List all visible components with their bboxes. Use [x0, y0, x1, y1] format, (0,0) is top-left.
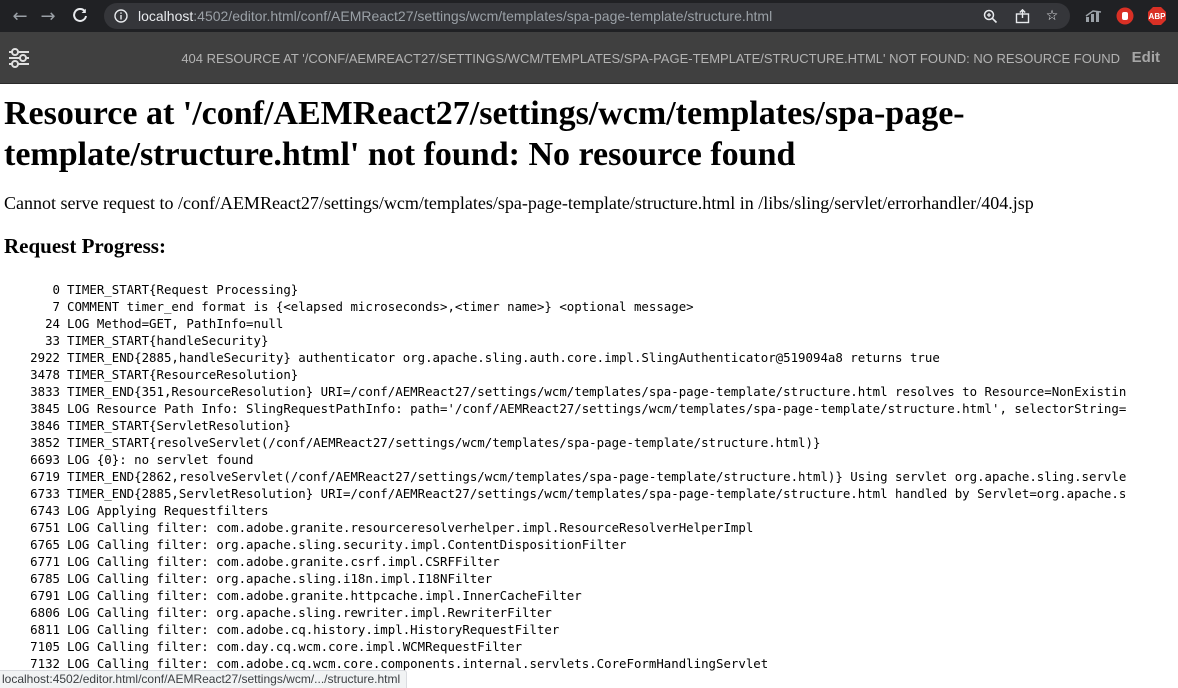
page-settings-sliders-icon[interactable] — [7, 48, 31, 68]
log-message: TIMER_START{handleSecurity} — [67, 333, 269, 348]
log-row: 6811 LOG Calling filter: com.adobe.cq.his… — [0, 621, 1178, 638]
error-page-content: Resource at '/conf/AEMReact27/settings/w… — [4, 83, 1178, 259]
log-row: 6733 TIMER_END{2885,ServletResolution} UR… — [0, 485, 1178, 502]
log-time: 3852 — [30, 435, 60, 450]
log-message: LOG Calling filter: org.apache.sling.i18… — [67, 571, 493, 586]
log-row: 6806 LOG Calling filter: org.apache.sling… — [0, 604, 1178, 621]
adblock-plus-icon[interactable]: ABP — [1147, 6, 1167, 26]
log-time: 6811 — [30, 622, 60, 637]
log-row: 33 TIMER_START{handleSecurity} — [0, 332, 1178, 349]
log-row: 3845 LOG Resource Path Info: SlingRequest… — [0, 400, 1178, 417]
log-message: TIMER_START{Request Processing} — [67, 282, 299, 297]
url-host: localhost — [138, 8, 194, 24]
log-row: 7 COMMENT timer_end format is {<elapsed m… — [0, 298, 1178, 315]
log-row: 3852 TIMER_START{resolveServlet(/conf/AEM… — [0, 434, 1178, 451]
log-time: 7 — [52, 299, 60, 314]
log-row: 6791 LOG Calling filter: com.adobe.granit… — [0, 587, 1178, 604]
log-row: 6693 LOG {0}: no servlet found — [0, 451, 1178, 468]
log-message: TIMER_START{resolveServlet(/conf/AEMReac… — [67, 435, 821, 450]
log-row: 2922 TIMER_END{2885,handleSecurity} authe… — [0, 349, 1178, 366]
zoom-icon[interactable] — [980, 6, 1000, 26]
log-message: LOG Method=GET, PathInfo=null — [67, 316, 284, 331]
log-row: 24 LOG Method=GET, PathInfo=null — [0, 315, 1178, 332]
log-message: TIMER_END{2885,handleSecurity} authentic… — [67, 350, 940, 365]
log-time: 6765 — [30, 537, 60, 552]
log-message: TIMER_START{ResourceResolution} — [67, 367, 299, 382]
abp-label: ABP — [1148, 11, 1166, 21]
log-row: 6771 LOG Calling filter: com.adobe.granit… — [0, 553, 1178, 570]
log-time: 6693 — [30, 452, 60, 467]
log-time: 6719 — [30, 469, 60, 484]
forward-icon[interactable]: → — [36, 4, 60, 28]
log-time: 24 — [45, 316, 60, 331]
log-message: LOG Calling filter: com.adobe.cq.history… — [67, 622, 560, 637]
log-time: 33 — [45, 333, 60, 348]
performance-extension-icon[interactable] — [1084, 6, 1104, 26]
log-row: 6719 TIMER_END{2862,resolveServlet(/conf/… — [0, 468, 1178, 485]
log-message: LOG Applying Requestfilters — [67, 503, 269, 518]
log-time: 3845 — [30, 401, 60, 416]
request-progress-heading: Request Progress: — [4, 234, 166, 258]
back-icon[interactable]: ← — [8, 4, 32, 28]
error-heading: Resource at '/conf/AEMReact27/settings/w… — [4, 95, 965, 173]
log-message: TIMER_START{ServletResolution} — [67, 418, 291, 433]
edit-mode-button[interactable]: Edit — [1132, 49, 1160, 66]
log-message: LOG Calling filter: org.apache.sling.rew… — [67, 605, 552, 620]
stop-hand-extension-icon[interactable] — [1115, 6, 1135, 26]
log-time: 6751 — [30, 520, 60, 535]
log-row: 6785 LOG Calling filter: org.apache.sling… — [0, 570, 1178, 587]
request-progress-log: 0 TIMER_START{Request Processing} 7 COMMENT… — [0, 281, 1178, 672]
log-time: 6806 — [30, 605, 60, 620]
log-time: 6743 — [30, 503, 60, 518]
log-row: 3846 TIMER_START{ServletResolution} — [0, 417, 1178, 434]
log-row: 3833 TIMER_END{351,ResourceResolution} UR… — [0, 383, 1178, 400]
address-bar[interactable]: localhost:4502/editor.html/conf/AEMReact… — [104, 3, 1070, 29]
log-row: 6751 LOG Calling filter: com.adobe.granit… — [0, 519, 1178, 536]
log-row: 0 TIMER_START{Request Processing} — [0, 281, 1178, 298]
browser-toolbar: ← → localhost:4502/editor.html/conf/AEMR… — [0, 0, 1178, 32]
log-message: LOG Calling filter: com.adobe.cq.wcm.cor… — [67, 656, 769, 671]
log-message: TIMER_END{2885,ServletResolution} URI=/c… — [67, 486, 1127, 501]
log-row: 7105 LOG Calling filter: com.day.cq.wcm.c… — [0, 638, 1178, 655]
reload-icon[interactable] — [68, 4, 92, 28]
log-time: 3846 — [30, 418, 60, 433]
url-path: :4502/editor.html/conf/AEMReact27/settin… — [193, 8, 773, 24]
log-time: 6733 — [30, 486, 60, 501]
log-time: 3478 — [30, 367, 60, 382]
log-row: 6765 LOG Calling filter: org.apache.sling… — [0, 536, 1178, 553]
log-row: 3478 TIMER_START{ResourceResolution} — [0, 366, 1178, 383]
log-message: LOG Calling filter: com.adobe.granite.cs… — [67, 554, 500, 569]
log-message: LOG Calling filter: com.day.cq.wcm.core.… — [67, 639, 523, 654]
aem-editor-toolbar: 404 RESOURCE AT '/CONF/AEMREACT27/SETTIN… — [0, 32, 1178, 84]
page-title: 404 RESOURCE AT '/CONF/AEMREACT27/SETTIN… — [181, 51, 1120, 66]
link-status-bubble: localhost:4502/editor.html/conf/AEMReact… — [0, 670, 408, 688]
log-time: 2922 — [30, 350, 60, 365]
log-message: COMMENT timer_end format is {<elapsed mi… — [67, 299, 694, 314]
log-message: LOG Calling filter: com.adobe.granite.re… — [67, 520, 754, 535]
log-time: 0 — [52, 282, 60, 297]
log-message: TIMER_END{351,ResourceResolution} URI=/c… — [67, 384, 1127, 399]
share-icon[interactable] — [1012, 6, 1032, 26]
log-time: 6771 — [30, 554, 60, 569]
url-text[interactable]: localhost:4502/editor.html/conf/AEMReact… — [138, 8, 772, 24]
bookmark-star-icon[interactable]: ☆ — [1042, 6, 1062, 26]
log-time: 7105 — [30, 639, 60, 654]
log-time: 6791 — [30, 588, 60, 603]
log-time: 6785 — [30, 571, 60, 586]
error-description: Cannot serve request to /conf/AEMReact27… — [4, 193, 1034, 213]
log-message: LOG {0}: no servlet found — [67, 452, 254, 467]
log-message: LOG Calling filter: com.adobe.granite.ht… — [67, 588, 582, 603]
site-info-icon[interactable] — [112, 7, 130, 25]
log-message: LOG Calling filter: org.apache.sling.sec… — [67, 537, 627, 552]
log-message: TIMER_END{2862,resolveServlet(/conf/AEMR… — [67, 469, 1127, 484]
log-time: 3833 — [30, 384, 60, 399]
log-row: 6743 LOG Applying Requestfilters — [0, 502, 1178, 519]
log-message: LOG Resource Path Info: SlingRequestPath… — [67, 401, 1127, 416]
